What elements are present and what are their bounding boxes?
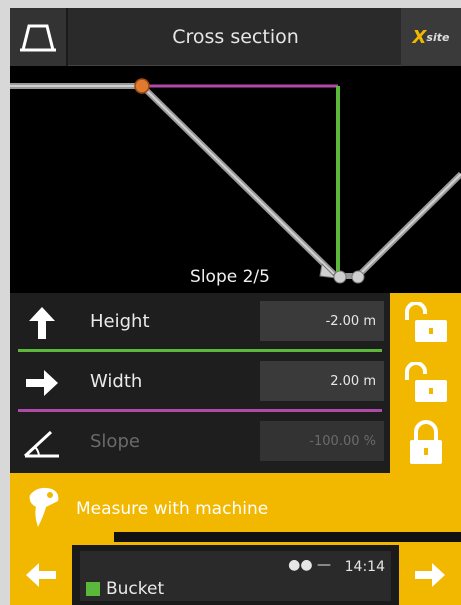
width-lock-button[interactable]: [390, 353, 461, 413]
logo-mark: X: [412, 26, 427, 48]
height-lock-button[interactable]: [390, 293, 461, 353]
cross-section-canvas[interactable]: [10, 66, 461, 293]
arrow-up-icon: [20, 301, 64, 345]
measure-with-machine-button[interactable]: Measure with machine: [10, 473, 461, 545]
status-panel: ●● — 14:14 Bucket: [80, 551, 391, 601]
slope-label: Slope 2/5: [190, 267, 270, 287]
arrow-right-icon: [20, 361, 64, 405]
bucket-tip-icon: [29, 487, 59, 527]
height-value-field[interactable]: -2.00 m: [260, 301, 384, 341]
width-label: Width: [90, 371, 143, 392]
measure-label: Measure with machine: [76, 499, 269, 519]
slope-value-field[interactable]: -100.00 %: [260, 421, 384, 461]
height-row[interactable]: Height -2.00 m: [10, 293, 390, 353]
arrow-left-icon: [26, 563, 56, 587]
locked-icon: [409, 420, 442, 464]
page-title: Cross section: [172, 26, 299, 48]
forward-button[interactable]: [399, 545, 461, 605]
angle-icon: [20, 421, 64, 465]
app-screen: Cross section X site Slope 2/5 Height -2…: [10, 8, 461, 605]
xsite-logo: X site: [401, 8, 461, 66]
logo-sub: site: [426, 30, 450, 44]
lock-column: [390, 293, 461, 473]
measure-progress-track: [114, 532, 461, 542]
tool-name: Bucket: [106, 579, 165, 599]
tool-color-swatch: [86, 582, 100, 596]
cross-section-profile-icon: [20, 24, 56, 52]
selected-point: [134, 78, 150, 94]
cross-section-profile-button[interactable]: [10, 8, 68, 66]
slope-label-text: Slope: [90, 431, 140, 452]
back-button[interactable]: [10, 545, 72, 605]
width-value-field[interactable]: 2.00 m: [260, 361, 384, 401]
slope-lock-button[interactable]: [390, 413, 461, 473]
height-line-indicator: [18, 349, 382, 352]
clock: 14:14: [344, 559, 385, 575]
gnss-status-icons: ●● —: [288, 557, 331, 573]
bottom-point-right: [351, 270, 365, 284]
unlocked-icon: [404, 362, 447, 402]
header-bar: Cross section X site: [10, 8, 461, 66]
height-label: Height: [90, 311, 150, 332]
unlocked-icon: [404, 302, 447, 342]
active-tool[interactable]: Bucket: [86, 579, 164, 599]
slope-row[interactable]: Slope -100.00 %: [10, 413, 390, 473]
width-line-indicator: [18, 409, 382, 412]
arrow-right-icon: [415, 563, 445, 587]
parameter-rows: Height -2.00 m Width 2.00 m Slope -100.0…: [10, 293, 461, 473]
width-row[interactable]: Width 2.00 m: [10, 353, 390, 413]
footer-bar: ●● — 14:14 Bucket: [10, 545, 461, 605]
bottom-point-left: [333, 270, 347, 284]
